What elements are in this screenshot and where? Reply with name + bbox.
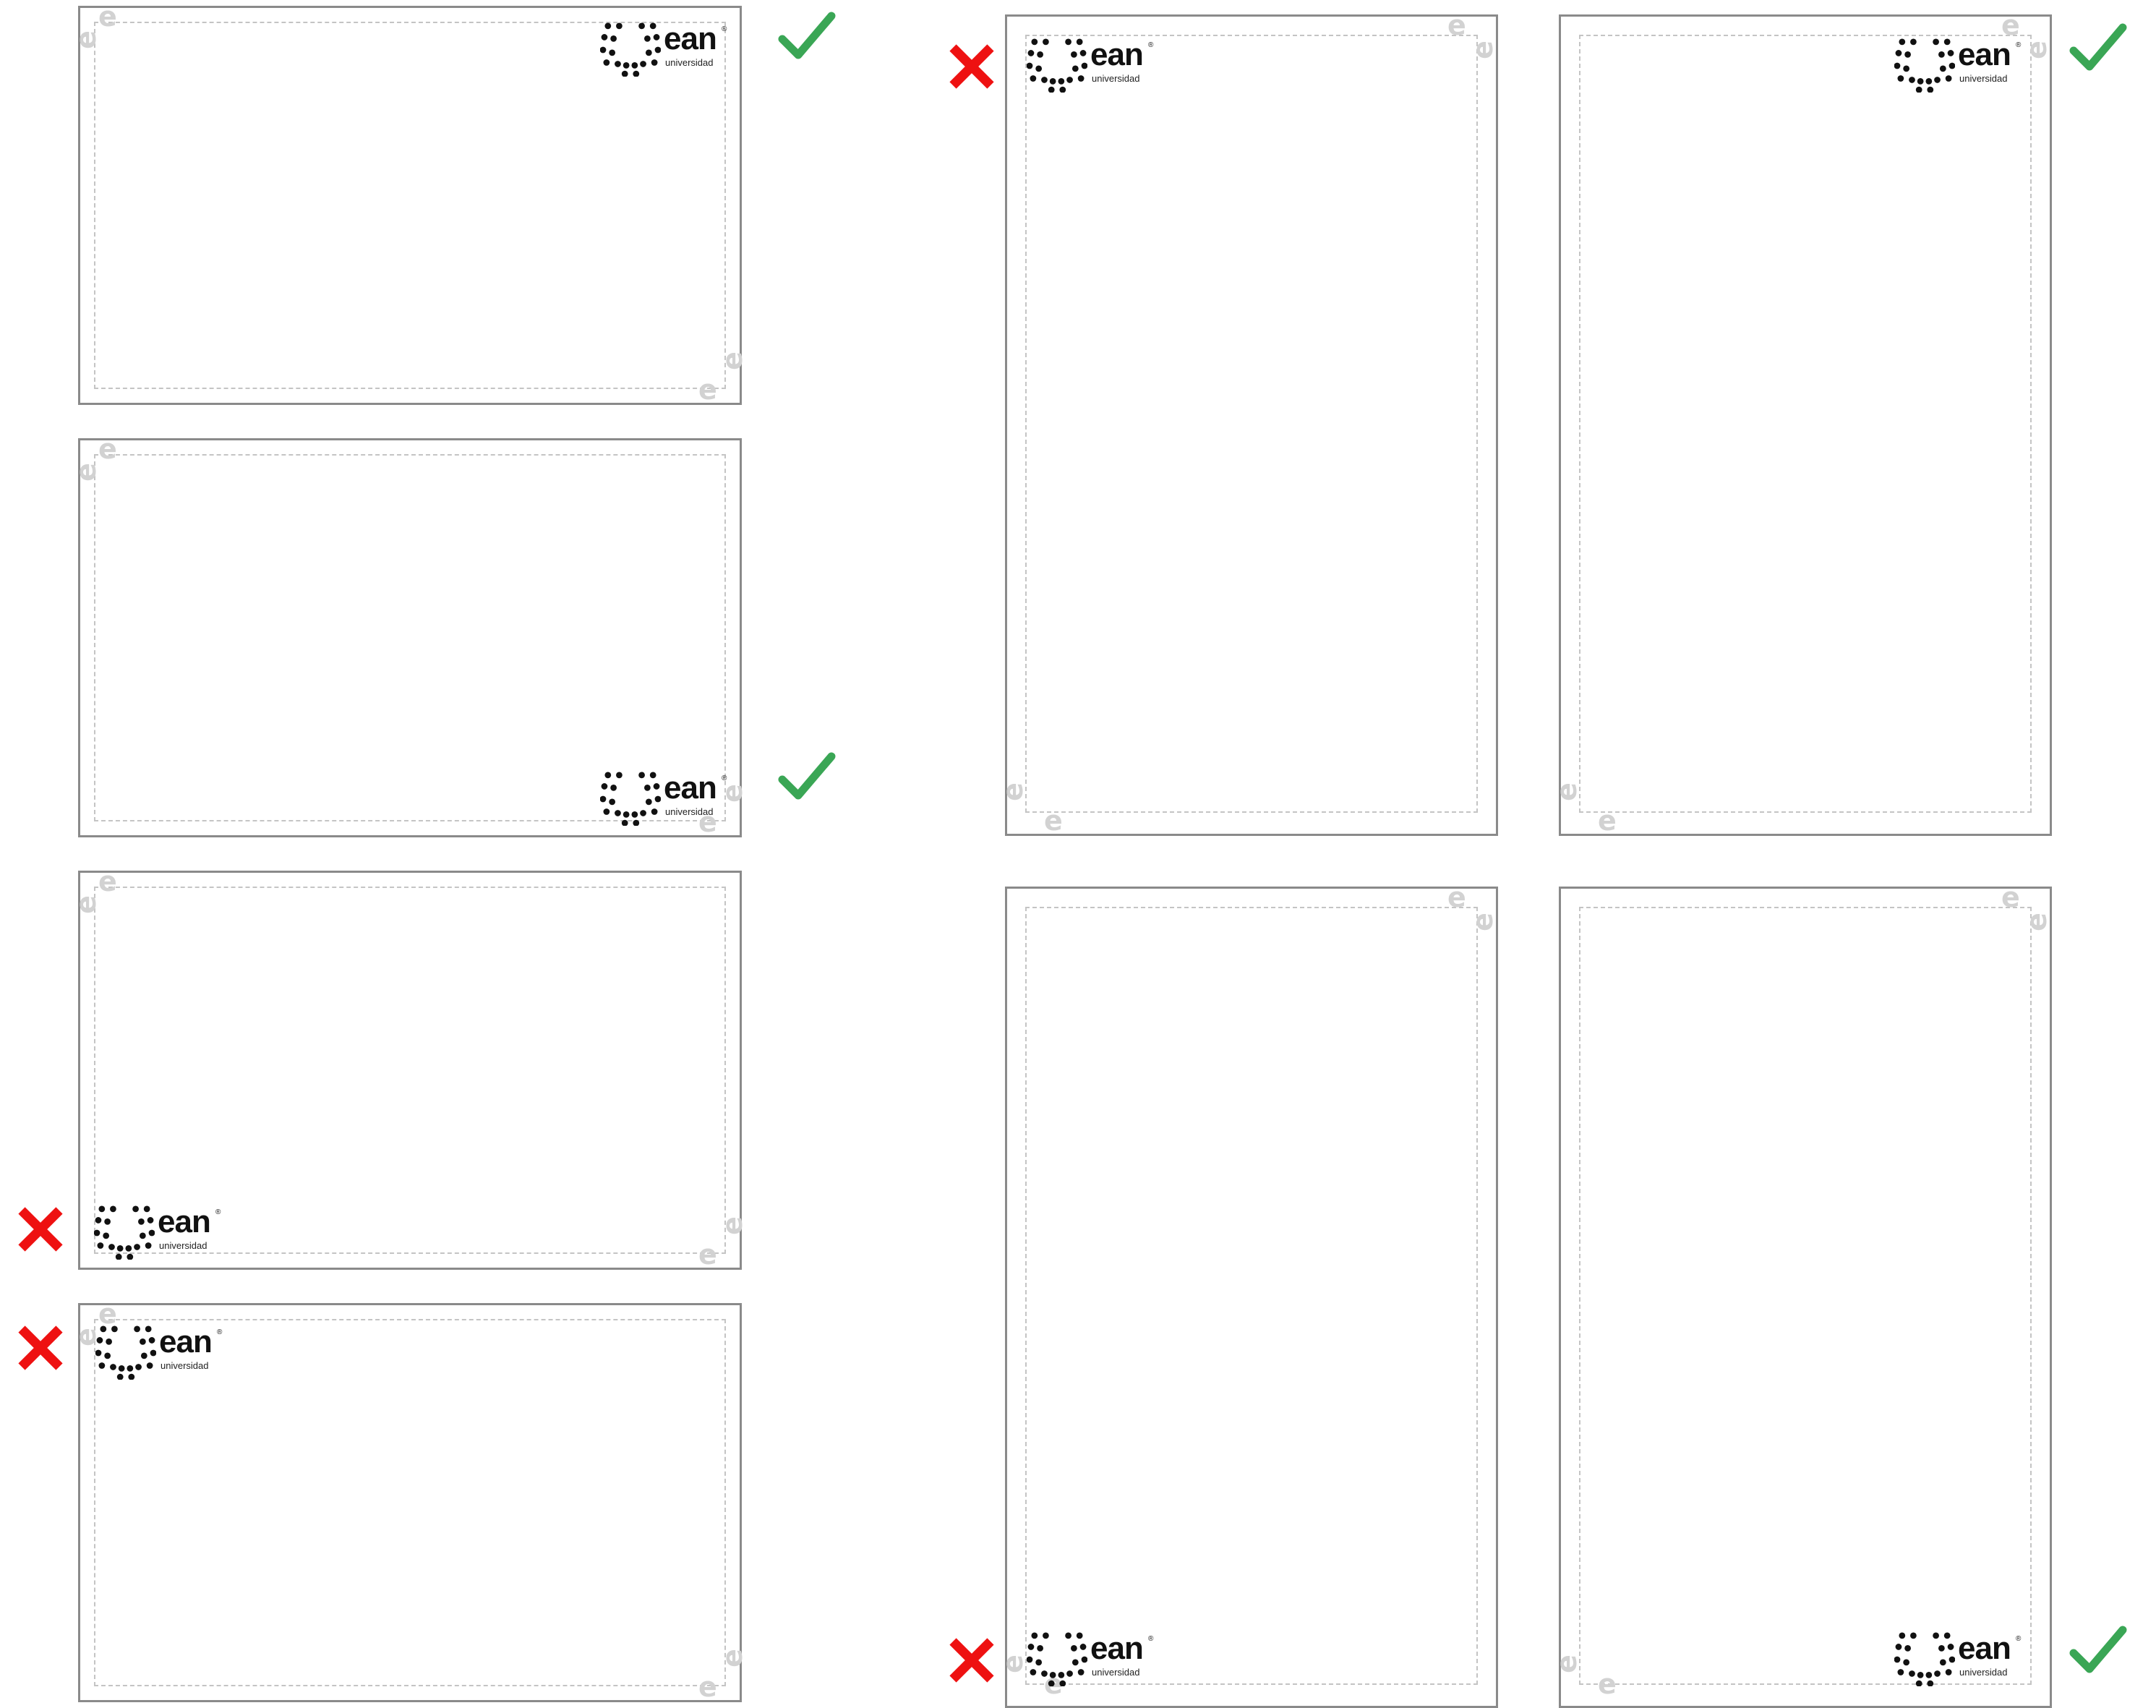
logo-subtitle: universidad [1092,1667,1140,1678]
ean-logo: ean ® universidad [1027,36,1154,94]
logo-wordmark: ean [664,770,717,806]
logo-wordmark: ean [664,21,717,56]
ghost-e-mark: e [716,1649,748,1668]
logo-wordmark: ean [1090,1631,1144,1666]
ghost-e-mark: e [69,30,102,49]
logo-subtitle: universidad [1092,73,1140,84]
logo-subtitle: universidad [1959,73,2008,84]
ean-logo: ean ® universidad [600,20,727,78]
cross-icon [12,1200,69,1258]
ghost-e-mark: e [1447,881,1466,913]
ghost-e-mark: e [698,374,717,406]
logo-subtitle: universidad [1959,1667,2008,1678]
logo-wordmark: ean [158,1204,211,1239]
ghost-e-mark: e [1598,1668,1617,1700]
logo-registered-mark: ® [722,774,727,782]
logo-subtitle: universidad [665,806,714,817]
cross-icon [943,1631,1001,1689]
safe-area-portrait-4 [1579,907,2032,1685]
logo-registered-mark: ® [1148,1635,1154,1643]
logo-registered-mark: ® [2016,41,2022,49]
cross-icon [12,1319,69,1377]
ghost-e-mark: e [98,866,117,897]
check-icon [778,7,836,65]
ghost-e-mark: e [996,1654,1029,1673]
safe-area-portrait-2 [1579,35,2032,813]
cross-icon [943,38,1001,95]
check-icon [778,748,836,806]
logo-subtitle: universidad [161,1360,209,1371]
ghost-e-mark: e [1598,805,1617,837]
logo-dots-icon [94,1205,155,1260]
logo-wordmark: ean [159,1324,213,1359]
ean-logo: ean ® universidad [1894,1630,2022,1688]
logo-dots-icon [1027,1632,1087,1686]
ghost-e-mark: e [1447,9,1466,41]
logo-wordmark: ean [1958,37,2011,72]
ghost-e-mark: e [1466,913,1499,931]
ean-logo: ean ® universidad [95,1323,223,1381]
ean-logo: ean ® universidad [600,769,727,827]
logo-dots-icon [1027,38,1087,93]
ghost-e-mark: e [98,433,117,465]
ghost-e-mark: e [716,1216,748,1235]
ghost-e-mark: e [2001,9,2020,41]
ghost-e-mark: e [98,1,117,33]
ean-logo: ean ® universidad [1027,1630,1154,1688]
ghost-e-mark: e [716,351,748,370]
logo-registered-mark: ® [722,25,727,33]
logo-registered-mark: ® [217,1328,223,1336]
ghost-e-mark: e [2001,881,2020,913]
logo-registered-mark: ® [2016,1635,2022,1643]
ghost-e-mark: e [996,782,1029,801]
ean-logo: ean ® universidad [94,1203,221,1261]
logo-registered-mark: ® [215,1208,221,1216]
logo-dots-icon [95,1325,156,1380]
logo-dots-icon [1894,1632,1955,1686]
ean-logo: ean ® universidad [1894,36,2022,94]
logo-wordmark: ean [1958,1631,2011,1666]
ghost-e-mark: e [698,1671,717,1703]
ghost-e-mark: e [69,895,102,914]
safe-area-landscape-2 [94,454,726,821]
ghost-e-mark: e [69,463,102,482]
ghost-e-mark: e [1044,805,1063,837]
ghost-e-mark: e [2020,913,2053,931]
logo-dots-icon [1894,38,1955,93]
logo-subtitle: universidad [665,57,714,68]
logo-dots-icon [600,772,661,826]
ghost-e-mark: e [2020,40,2053,59]
logo-registered-mark: ® [1148,41,1154,49]
ghost-e-mark: e [1550,1654,1583,1673]
check-icon [2069,1621,2127,1679]
logo-wordmark: ean [1090,37,1144,72]
safe-area-landscape-3 [94,887,726,1254]
ghost-e-mark: e [1550,782,1583,801]
safe-area-portrait-1 [1025,35,1478,813]
ghost-e-mark: e [1466,40,1499,59]
ghost-e-mark: e [698,1239,717,1271]
check-icon [2069,19,2127,77]
safe-area-portrait-3 [1025,907,1478,1685]
logo-subtitle: universidad [159,1240,208,1251]
logo-dots-icon [600,22,661,77]
